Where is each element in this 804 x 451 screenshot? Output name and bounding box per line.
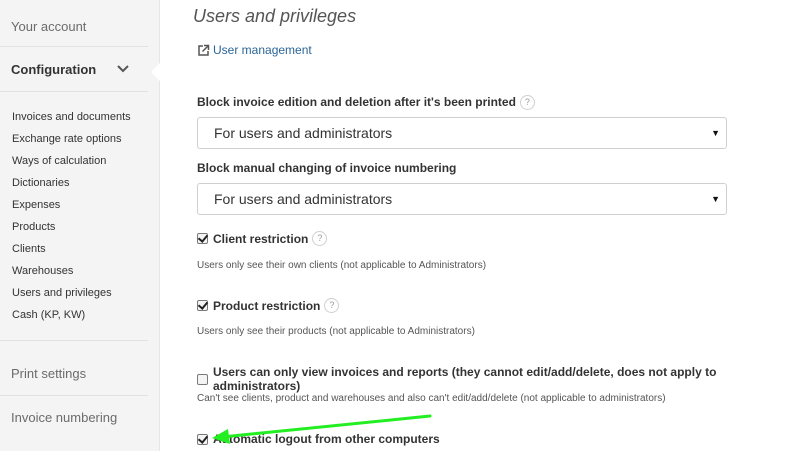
view-only-label[interactable]: Users can only view invoices and reports… <box>213 365 804 393</box>
block-edit-label-text: Block invoice edition and deletion after… <box>197 95 516 109</box>
external-link-icon <box>198 44 210 56</box>
help-icon[interactable]: ? <box>519 95 535 111</box>
sidebar-invoice-numbering[interactable]: Invoice numbering <box>11 410 117 425</box>
product-restriction-description: Users only see their products (not appli… <box>197 326 475 337</box>
product-restriction-label[interactable]: Product restriction <box>213 299 320 313</box>
sidebar: Your account Configuration Invoices and … <box>0 0 160 451</box>
block-numbering-select-value: For users and administrators <box>214 191 393 207</box>
view-only-description: Can't see clients, product and warehouse… <box>197 393 666 404</box>
help-icon[interactable]: ? <box>324 298 340 313</box>
sidebar-divider <box>0 340 148 341</box>
page-title: Users and privileges <box>193 6 357 26</box>
block-edit-label: Block invoice edition and deletion after… <box>197 95 535 111</box>
sidebar-item-dictionaries[interactable]: Dictionaries <box>12 177 69 189</box>
chevron-down-icon[interactable] <box>117 64 129 74</box>
main-content: Users and privileges User management Blo… <box>160 0 804 451</box>
sidebar-item-users-and-privileges[interactable]: Users and privileges <box>12 287 112 299</box>
block-edit-select[interactable]: For users and administrators ▼ <box>197 117 727 149</box>
block-edit-select-value: For users and administrators <box>214 125 393 141</box>
auto-logout-checkbox[interactable] <box>197 433 208 445</box>
sidebar-item-products[interactable]: Products <box>12 221 55 233</box>
auto-logout-row: Automatic logout from other computers <box>197 432 440 446</box>
view-only-row: Users can only view invoices and reports… <box>197 365 804 393</box>
sidebar-your-account[interactable]: Your account <box>11 19 86 34</box>
sidebar-print-settings[interactable]: Print settings <box>11 366 86 381</box>
sidebar-item-expenses[interactable]: Expenses <box>12 199 60 211</box>
client-restriction-label[interactable]: Client restriction <box>213 232 308 246</box>
client-restriction-row: Client restriction ? <box>197 231 328 246</box>
sidebar-configuration[interactable]: Configuration <box>11 62 96 77</box>
caret-down-icon: ▼ <box>711 128 720 138</box>
view-only-checkbox[interactable] <box>197 373 208 385</box>
product-restriction-checkbox[interactable] <box>197 300 208 311</box>
sidebar-item-exchange-rate-options[interactable]: Exchange rate options <box>12 133 121 145</box>
user-management-link[interactable]: User management <box>197 43 312 57</box>
auto-logout-label[interactable]: Automatic logout from other computers <box>213 432 440 446</box>
product-restriction-row: Product restriction ? <box>197 298 340 313</box>
sidebar-item-ways-of-calculation[interactable]: Ways of calculation <box>12 155 106 167</box>
sidebar-divider <box>0 91 148 92</box>
user-management-label[interactable]: User management <box>213 43 312 57</box>
active-section-notch <box>151 63 160 81</box>
help-icon[interactable]: ? <box>312 231 328 246</box>
client-restriction-checkbox[interactable] <box>197 233 208 244</box>
block-numbering-label: Block manual changing of invoice numberi… <box>197 161 457 175</box>
client-restriction-description: Users only see their own clients (not ap… <box>197 260 487 271</box>
sidebar-item-invoices-and-documents[interactable]: Invoices and documents <box>12 111 131 123</box>
block-numbering-select[interactable]: For users and administrators ▼ <box>197 183 727 215</box>
sidebar-item-warehouses[interactable]: Warehouses <box>12 265 73 277</box>
caret-down-icon: ▼ <box>711 194 720 204</box>
sidebar-item-clients[interactable]: Clients <box>12 243 46 255</box>
sidebar-divider <box>0 46 148 47</box>
sidebar-item-cash[interactable]: Cash (KP, KW) <box>12 309 85 321</box>
sidebar-divider <box>0 395 148 396</box>
